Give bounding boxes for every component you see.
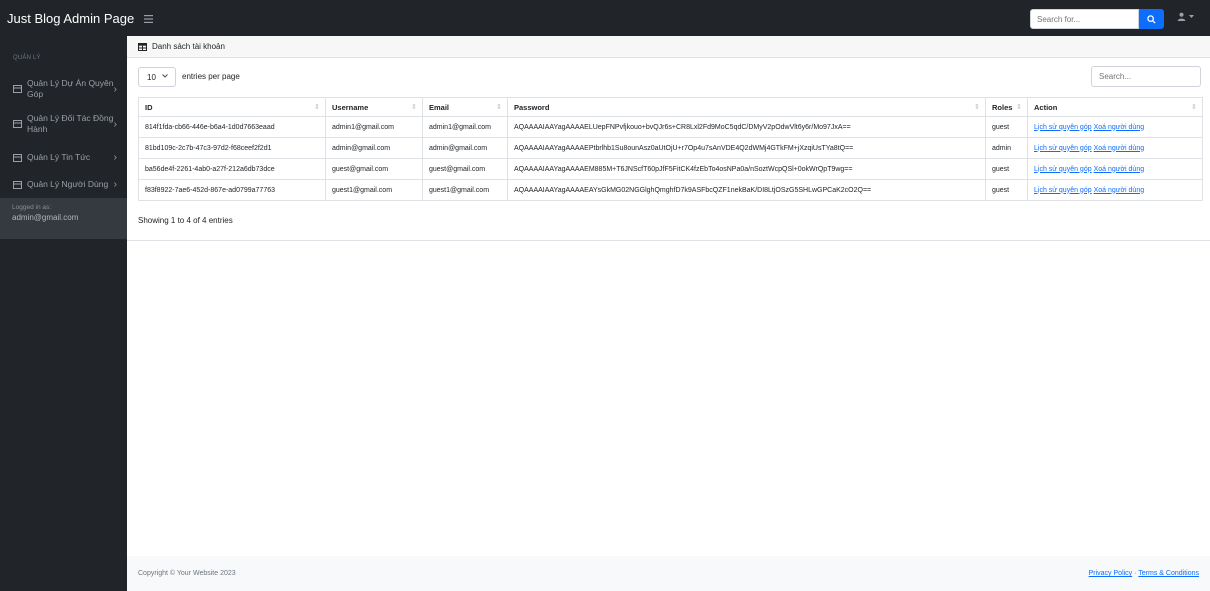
privacy-policy-link[interactable]: Privacy Policy: [1089, 570, 1133, 577]
cell-action: Lịch sử quyên góp Xoá người dùng: [1027, 116, 1203, 138]
navbar-search-button[interactable]: [1139, 9, 1164, 29]
table-icon: [13, 180, 22, 189]
donation-history-link[interactable]: Lịch sử quyên góp: [1034, 145, 1092, 152]
copyright-text: Copyright © Your Website 2023: [138, 570, 236, 577]
logged-in-label: Logged in as:: [12, 204, 52, 211]
chevron-right-icon: ›: [113, 152, 117, 163]
cell-action: Lịch sử quyên góp Xoá người dùng: [1027, 179, 1203, 201]
cell-password: AQAAAAIAAYagAAAAEPtbrlhb1Su8ounAsz0aUtOj…: [507, 137, 986, 159]
logged-in-user: admin@gmail.com: [12, 213, 79, 222]
sort-icon: ⇕: [411, 104, 417, 111]
cell-email: guest@gmail.com: [422, 158, 508, 180]
cell-role: guest: [985, 158, 1028, 180]
cell-username: guest1@gmail.com: [325, 179, 423, 201]
column-header-password[interactable]: Password ⇕: [507, 97, 986, 117]
entries-per-page-value: 10: [147, 72, 156, 82]
page-footer: Copyright © Your Website 2023 Privacy Po…: [127, 556, 1210, 591]
table-icon: [13, 85, 22, 93]
donation-history-link[interactable]: Lịch sử quyên góp: [1034, 124, 1092, 131]
sort-icon: ⇕: [1191, 104, 1197, 111]
sidebar-footer: Logged in as: admin@gmail.com: [0, 198, 127, 239]
chevron-right-icon: ›: [113, 118, 117, 130]
column-header-action[interactable]: Action ⇕: [1027, 97, 1203, 117]
cell-id: ba56de4f-2261-4ab0-a27f-212a6db73dce: [138, 158, 326, 180]
sort-icon: ⇕: [974, 104, 980, 111]
entries-per-page-label: entries per page: [182, 72, 240, 81]
card-title: Danh sách tài khoản: [152, 42, 225, 51]
table-info: Showing 1 to 4 of 4 entries: [138, 216, 233, 225]
table-search-input[interactable]: [1091, 66, 1201, 87]
chevron-right-icon: ›: [113, 83, 117, 95]
top-navbar: Just Blog Admin Page: [0, 0, 1210, 36]
cell-email: admin@gmail.com: [422, 137, 508, 159]
delete-user-link[interactable]: Xoá người dùng: [1094, 145, 1145, 152]
column-header-email[interactable]: Email ⇕: [422, 97, 508, 117]
table-row: 81bd109c-2c7b-47c3-97d2-f68ceef2f2d1 adm…: [138, 137, 1203, 159]
terms-link[interactable]: Terms & Conditions: [1138, 570, 1199, 577]
donation-history-link[interactable]: Lịch sử quyên góp: [1034, 187, 1092, 194]
accounts-table: ID ⇕ Username ⇕ Email ⇕ Password ⇕ Roles ⇕ Ac…: [138, 97, 1203, 201]
navbar-search: [1030, 9, 1164, 29]
table-row: 814f1fda-cb66-446e-b6a4-1d0d7663eaad adm…: [138, 116, 1203, 138]
cell-role: guest: [985, 116, 1028, 138]
table-icon: [13, 153, 22, 162]
delete-user-link[interactable]: Xoá người dùng: [1094, 187, 1145, 194]
accounts-card: Danh sách tài khoản 10 entries per page …: [127, 36, 1210, 241]
sidebar-item-label: Quản Lý Dự Án Quyên Góp: [27, 78, 114, 99]
caret-down-icon: [1189, 14, 1194, 18]
table-header-row: ID ⇕ Username ⇕ Email ⇕ Password ⇕ Roles ⇕ Ac…: [138, 97, 1203, 117]
cell-email: guest1@gmail.com: [422, 179, 508, 201]
column-header-id[interactable]: ID ⇕: [138, 97, 326, 117]
cell-action: Lịch sử quyên góp Xoá người dùng: [1027, 158, 1203, 180]
delete-user-link[interactable]: Xoá người dùng: [1094, 166, 1145, 173]
table-row: f83f8922-7ae6-452d-867e-ad0799a77763 gue…: [138, 179, 1203, 201]
cell-username: guest@gmail.com: [325, 158, 423, 180]
sidebar-item-label: Quản Lý Tin Tức: [27, 152, 91, 162]
search-icon: [1147, 14, 1156, 24]
cell-id: 814f1fda-cb66-446e-b6a4-1d0d7663eaad: [138, 116, 326, 138]
donation-history-link[interactable]: Lịch sử quyên góp: [1034, 166, 1092, 173]
table-icon: [138, 42, 147, 51]
main-content: Danh sách tài khoản 10 entries per page …: [127, 36, 1210, 591]
footer-links: Privacy Policy · Terms & Conditions: [1089, 570, 1199, 577]
chevron-right-icon: ›: [113, 179, 117, 190]
sidebar: QUẢN LÝ Quản Lý Dự Án Quyên Góp › Quản L…: [0, 36, 127, 591]
column-header-username[interactable]: Username ⇕: [325, 97, 423, 117]
sort-icon: ⇕: [1016, 104, 1022, 111]
table-icon: [13, 120, 22, 128]
sort-icon: ⇕: [314, 104, 320, 111]
sidebar-toggle-icon[interactable]: [144, 11, 154, 26]
cell-id: f83f8922-7ae6-452d-867e-ad0799a77763: [138, 179, 326, 201]
entries-per-page-select[interactable]: 10: [138, 67, 176, 87]
cell-password: AQAAAAIAAYagAAAAEAYsGkMG02NGGlghQmghfD7k…: [507, 179, 986, 201]
cell-email: admin1@gmail.com: [422, 116, 508, 138]
cell-password: AQAAAAIAAYagAAAAEM885M+T6JNScfT60pJfF5Fi…: [507, 158, 986, 180]
sidebar-item-donation-projects[interactable]: Quản Lý Dự Án Quyên Góp ›: [0, 78, 127, 100]
cell-password: AQAAAAIAAYagAAAAELUepFNPvfjkouo+bvQJr6s+…: [507, 116, 986, 138]
cell-role: guest: [985, 179, 1028, 201]
sort-icon: ⇕: [496, 104, 502, 111]
sidebar-item-label: Quản Lý Đối Tác Đồng Hành: [27, 113, 114, 134]
column-header-roles[interactable]: Roles ⇕: [985, 97, 1028, 117]
cell-username: admin@gmail.com: [325, 137, 423, 159]
delete-user-link[interactable]: Xoá người dùng: [1094, 124, 1145, 131]
brand-title[interactable]: Just Blog Admin Page: [7, 11, 134, 26]
card-header: Danh sách tài khoản: [127, 36, 1210, 58]
table-row: ba56de4f-2261-4ab0-a27f-212a6db73dce gue…: [138, 158, 1203, 180]
sidebar-item-news[interactable]: Quản Lý Tin Tức ›: [0, 152, 127, 163]
sidebar-item-users[interactable]: Quản Lý Người Dùng ›: [0, 179, 127, 190]
user-icon: [1177, 12, 1186, 21]
datatable-controls: 10 entries per page: [138, 66, 1202, 87]
chevron-down-icon: [162, 74, 168, 78]
cell-id: 81bd109c-2c7b-47c3-97d2-f68ceef2f2d1: [138, 137, 326, 159]
navbar-search-input[interactable]: [1030, 9, 1139, 29]
sidebar-heading: QUẢN LÝ: [13, 55, 41, 61]
cell-action: Lịch sử quyên góp Xoá người dùng: [1027, 137, 1203, 159]
sidebar-item-label: Quản Lý Người Dùng: [27, 179, 109, 189]
user-dropdown[interactable]: [1177, 12, 1194, 21]
cell-role: admin: [985, 137, 1028, 159]
cell-username: admin1@gmail.com: [325, 116, 423, 138]
sidebar-item-partners[interactable]: Quản Lý Đối Tác Đồng Hành ›: [0, 113, 127, 135]
